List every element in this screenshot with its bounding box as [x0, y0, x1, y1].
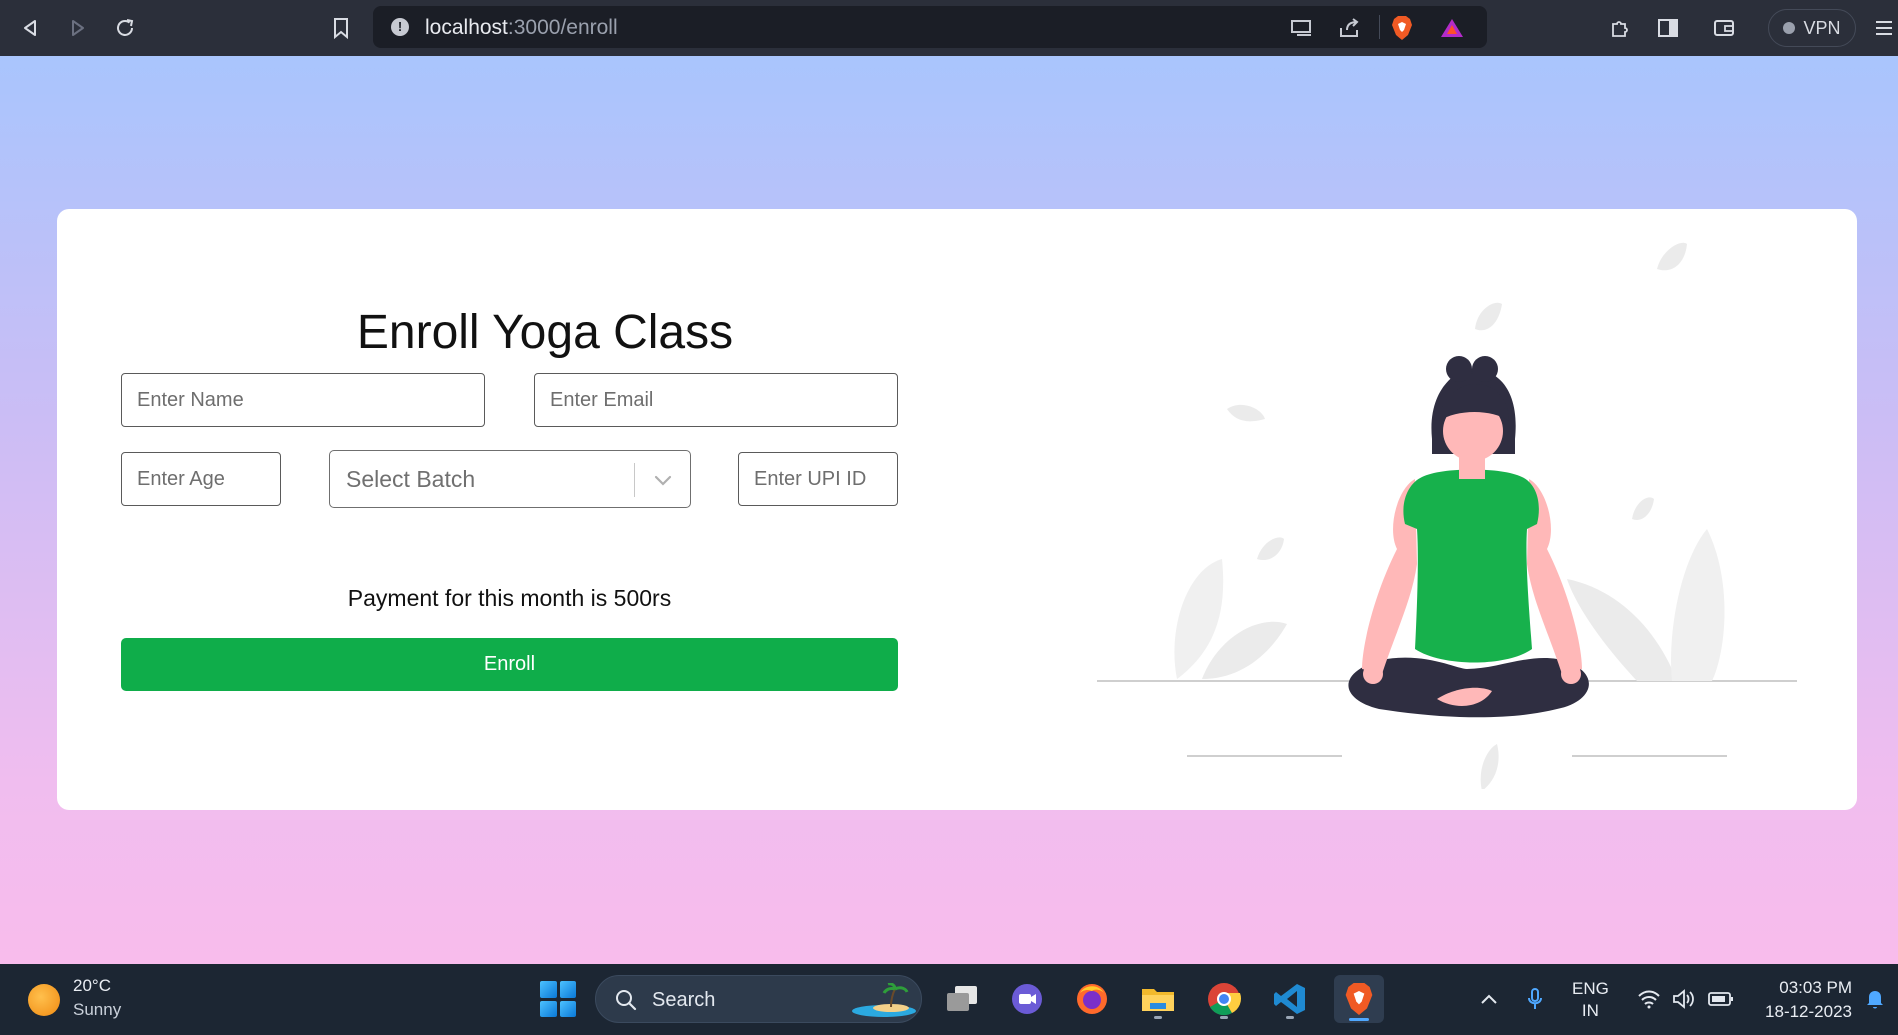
microphone-icon[interactable] — [1522, 986, 1548, 1012]
running-indicator — [1349, 1018, 1369, 1021]
upi-field-wrapper — [738, 452, 898, 506]
notification-bell-icon[interactable] — [1862, 986, 1888, 1012]
language-indicator[interactable]: ENG IN — [1572, 978, 1609, 1022]
sidebar-button[interactable] — [1652, 12, 1684, 44]
url-text: localhost:3000/enroll — [425, 16, 618, 39]
age-field-wrapper — [121, 452, 281, 506]
taskbar-file-explorer[interactable] — [1136, 977, 1180, 1021]
weather-temp[interactable]: 20°C — [73, 976, 111, 996]
leaf-floating-4 — [1257, 537, 1284, 561]
leaf-floating-2 — [1475, 302, 1502, 331]
enroll-button[interactable]: Enroll — [121, 638, 898, 691]
system-clock[interactable]: 03:03 PM 18-12-2023 — [1752, 976, 1852, 1024]
brave-shields-icon[interactable] — [1389, 15, 1415, 41]
vscode-icon — [1274, 984, 1305, 1014]
email-input[interactable] — [535, 374, 897, 426]
battery-icon[interactable] — [1708, 986, 1734, 1012]
taskbar-teams-meet[interactable] — [1005, 977, 1049, 1021]
figure-bun-left — [1446, 356, 1472, 382]
name-input[interactable] — [122, 374, 484, 426]
browser-toolbar: ! localhost:3000/enroll VPN — [0, 0, 1898, 56]
chrome-icon — [1208, 983, 1242, 1016]
leaf-floating-1 — [1657, 242, 1687, 271]
cast-icon[interactable] — [1289, 15, 1315, 41]
puzzle-icon — [1612, 21, 1628, 37]
select-separator — [634, 463, 635, 497]
volume-icon[interactable] — [1672, 986, 1698, 1012]
email-field-wrapper — [534, 373, 898, 427]
brave-icon — [1345, 983, 1373, 1015]
figure-left-hand — [1363, 664, 1383, 684]
page-background: Enroll Yoga Class Select Batch Payment f… — [0, 56, 1898, 964]
back-icon — [24, 20, 36, 36]
yoga-illustration — [1097, 242, 1797, 789]
task-view-icon — [947, 986, 977, 1011]
vpn-status-icon — [1783, 22, 1796, 34]
wifi-icon[interactable] — [1636, 986, 1662, 1012]
video-call-icon — [1012, 984, 1042, 1014]
figure-right-hand — [1561, 664, 1581, 684]
figure-shirt — [1403, 469, 1539, 663]
back-button[interactable] — [14, 12, 46, 44]
payment-text: Payment for this month is 500rs — [347, 585, 672, 611]
name-field-wrapper — [121, 373, 485, 427]
page-title: Enroll Yoga Class — [356, 306, 734, 359]
clock-date: 18-12-2023 — [1765, 1002, 1852, 1021]
windows-start-icon[interactable] — [540, 981, 576, 1017]
enroll-card: Enroll Yoga Class Select Batch Payment f… — [57, 209, 1857, 810]
hamburger-icon — [1876, 21, 1892, 35]
figure-bun-right — [1472, 356, 1498, 382]
search-icon — [616, 990, 637, 1011]
batch-select[interactable]: Select Batch — [329, 450, 691, 508]
sun-icon[interactable] — [28, 984, 60, 1016]
lang-line2: IN — [1581, 1001, 1599, 1020]
reload-icon — [117, 19, 134, 36]
running-indicator — [1220, 1016, 1228, 1019]
taskbar-search[interactable]: Search — [595, 975, 922, 1023]
leaf-right-plant — [1567, 579, 1677, 681]
firefox-icon — [1077, 984, 1107, 1014]
vpn-button[interactable]: VPN — [1768, 9, 1856, 47]
leaf-floor — [1480, 744, 1499, 789]
chevron-up-icon[interactable] — [1476, 986, 1502, 1012]
batch-select-value: Select Batch — [346, 466, 476, 492]
menu-button[interactable] — [1868, 12, 1898, 44]
chevron-down-icon[interactable] — [648, 465, 678, 495]
sidebar-icon — [1658, 19, 1678, 37]
lang-line1: ENG — [1572, 979, 1609, 998]
taskbar-brave[interactable] — [1334, 975, 1384, 1023]
reload-button[interactable] — [109, 12, 141, 44]
brave-rewards-icon[interactable] — [1439, 15, 1465, 41]
folder-icon — [1142, 989, 1174, 1011]
taskbar-task-view[interactable] — [940, 977, 984, 1021]
taskbar-chrome[interactable] — [1202, 977, 1246, 1021]
taskbar-firefox[interactable] — [1070, 977, 1114, 1021]
taskbar-vscode[interactable] — [1268, 977, 1312, 1021]
age-input[interactable] — [122, 453, 280, 505]
address-bar[interactable]: ! localhost:3000/enroll — [373, 6, 1487, 48]
leaf-floating-5 — [1632, 497, 1654, 520]
clock-time: 03:03 PM — [1779, 978, 1852, 997]
wallet-button[interactable] — [1708, 12, 1740, 44]
running-indicator — [1154, 1016, 1162, 1019]
forward-icon — [72, 20, 84, 36]
vpn-label: VPN — [1803, 17, 1841, 38]
bookmark-icon — [334, 18, 348, 39]
extensions-button[interactable] — [1604, 12, 1636, 44]
windows-taskbar: 20°C Sunny Search ENG IN 03:03 PM 18-12-… — [0, 964, 1898, 1035]
running-indicator — [1286, 1016, 1294, 1019]
url-divider — [1379, 15, 1380, 39]
bookmark-button[interactable] — [325, 12, 357, 44]
wallet-icon — [1714, 20, 1734, 36]
weather-desc[interactable]: Sunny — [73, 1000, 121, 1020]
beach-island-icon — [852, 983, 916, 1017]
site-info-icon[interactable]: ! — [391, 18, 409, 36]
forward-button[interactable] — [62, 12, 94, 44]
share-icon[interactable] — [1337, 15, 1363, 41]
leaf-right-plant-2 — [1671, 529, 1725, 681]
search-label: Search — [652, 989, 716, 1011]
upi-input[interactable] — [739, 453, 897, 505]
leaf-floating-3 — [1227, 404, 1265, 422]
